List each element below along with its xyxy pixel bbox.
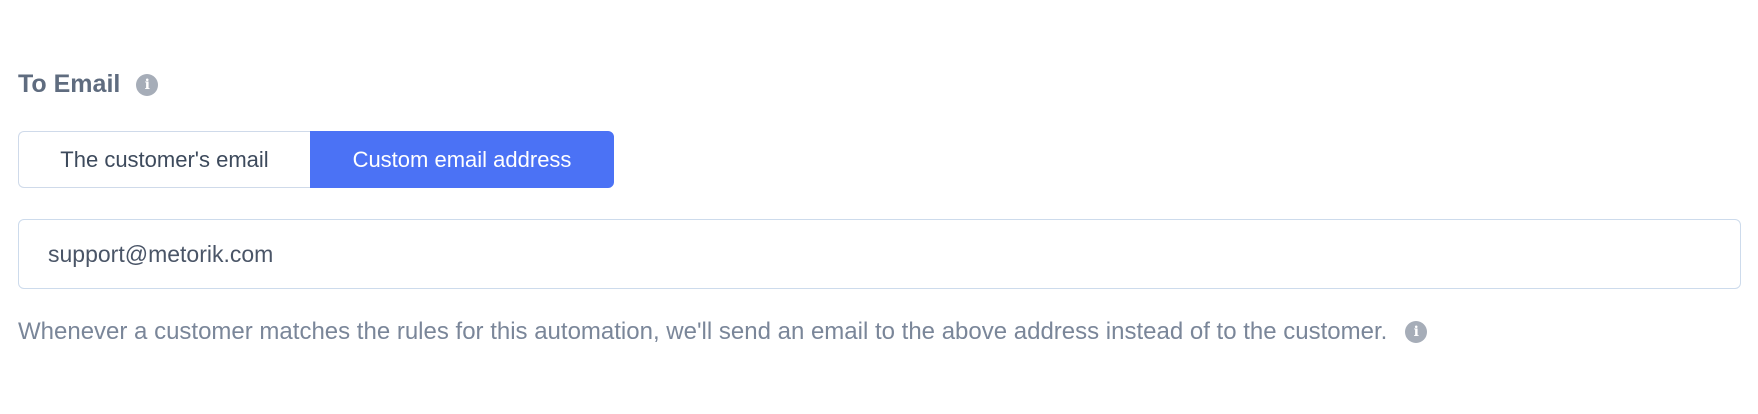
info-icon[interactable]: i [136,73,159,96]
custom-email-address-option[interactable]: Custom email address [310,131,614,188]
info-icon[interactable]: i [1405,321,1428,343]
customer-email-option[interactable]: The customer's email [18,131,310,188]
to-email-label: To Email [18,70,121,98]
help-text-row: Whenever a customer matches the rules fo… [18,318,1428,346]
custom-email-input[interactable] [18,219,1741,289]
help-text: Whenever a customer matches the rules fo… [18,318,1388,345]
recipient-toggle: The customer's email Custom email addres… [18,131,614,188]
to-email-label-row: To Email i [18,70,159,98]
